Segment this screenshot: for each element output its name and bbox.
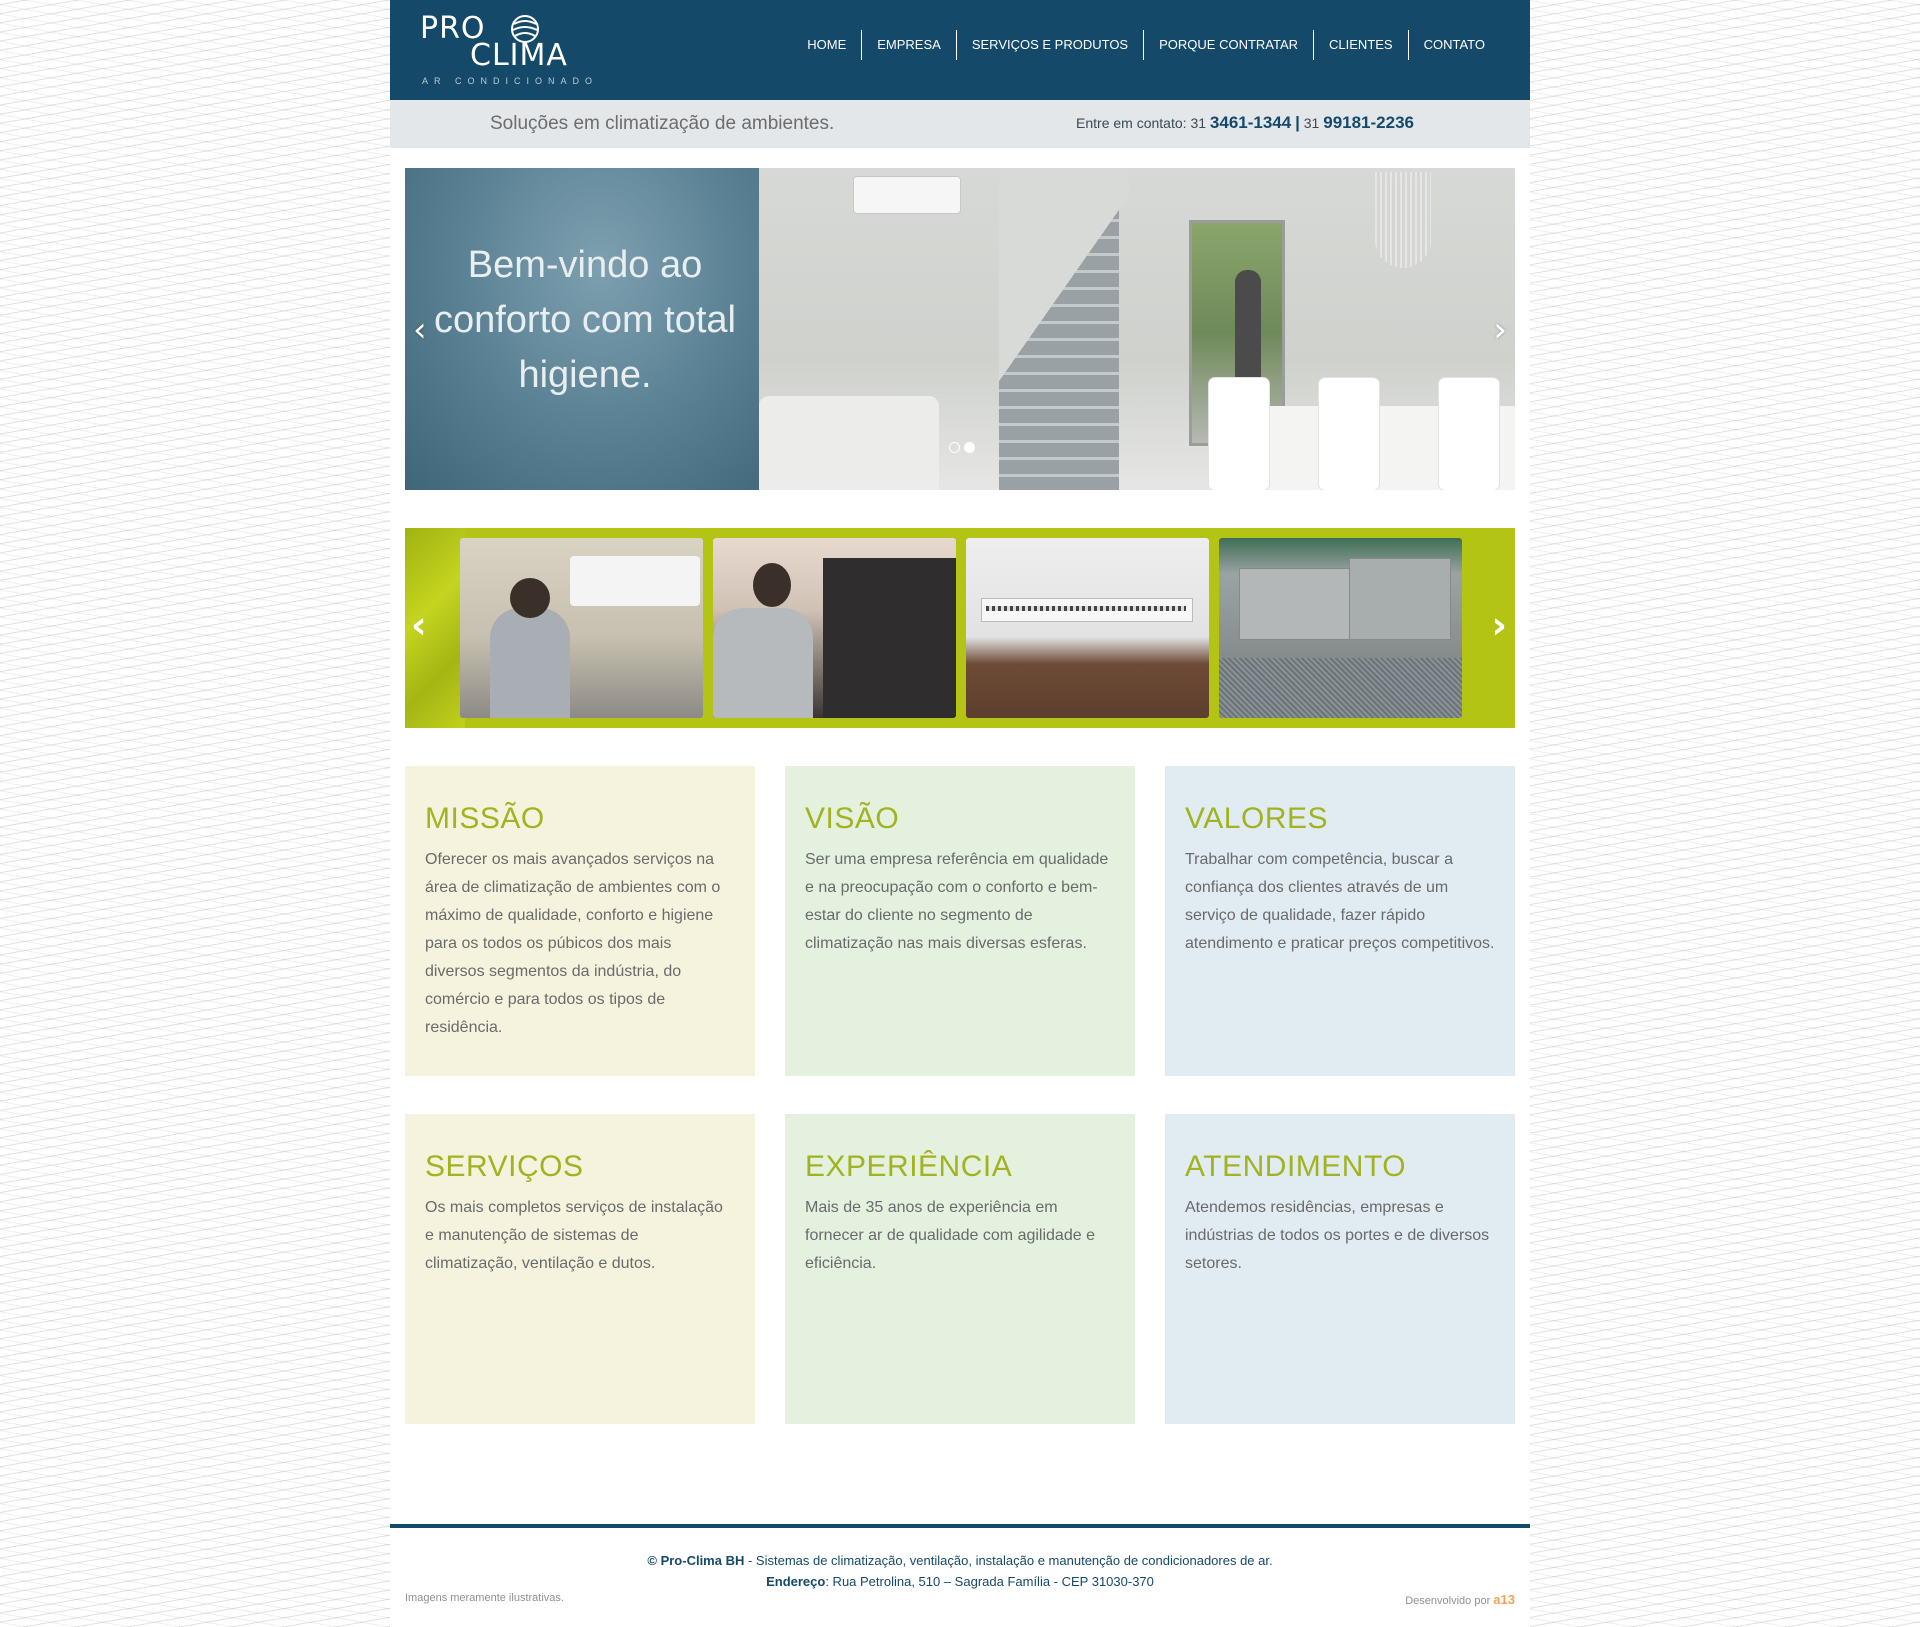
- chair-image: [1209, 378, 1269, 490]
- contact-label: Entre em contato:: [1076, 115, 1187, 131]
- card-experiencia: EXPERIÊNCIA Mais de 35 anos de experiênc…: [785, 1114, 1135, 1424]
- technician-shape: [713, 608, 813, 718]
- phone2-number[interactable]: 99181-2236: [1323, 113, 1414, 132]
- ac-unit-shape: [570, 556, 700, 606]
- photo-gallery: ‹ ›: [405, 528, 1515, 728]
- footer-brand: © Pro-Clima BH: [647, 1553, 745, 1568]
- condenser-unit-shape: [1349, 558, 1451, 640]
- card-valores: VALORES Trabalhar com competência, busca…: [1165, 766, 1515, 1076]
- slide-dot-2[interactable]: [964, 442, 975, 453]
- card-body: Oferecer os mais avançados serviços na á…: [425, 851, 721, 1036]
- nav-porque-contratar[interactable]: PORQUE CONTRATAR: [1143, 30, 1313, 60]
- nav-home[interactable]: HOME: [792, 30, 861, 60]
- card-title: ATENDIMENTO: [1185, 1150, 1407, 1183]
- phone1-ddd: 31: [1190, 115, 1207, 131]
- technician-head-shape: [753, 563, 791, 607]
- hero-text-panel: Bem-vindo ao conforto com total higiene.: [405, 168, 759, 490]
- developer-label: Desenvolvido por: [1405, 1595, 1491, 1607]
- site-header: PRO CLIMA AR CONDICIONADO HOME EMPRESA S…: [390, 0, 1530, 100]
- chevron-left-icon[interactable]: ‹: [413, 313, 427, 347]
- contact-info: Entre em contato: 31 3461-1344 | 31 9918…: [1076, 113, 1414, 133]
- gravel-ground-shape: [1219, 658, 1462, 718]
- nav-clientes[interactable]: CLIENTES: [1313, 30, 1408, 60]
- footer-description: - Sistemas de climatização, ventilação, …: [744, 1553, 1273, 1568]
- card-servicos: SERVIÇOS Os mais completos serviços de i…: [405, 1114, 755, 1424]
- hero-image: [759, 168, 1515, 490]
- card-body: Ser uma empresa referência em qualidade …: [805, 851, 1109, 952]
- info-bar: Soluções em climatização de ambientes. E…: [390, 100, 1530, 148]
- footer-developer: Desenvolvido por a13: [1405, 1592, 1515, 1607]
- footer-divider: [390, 1524, 1530, 1528]
- footer-info: © Pro-Clima BH - Sistemas de climatizaçã…: [390, 1550, 1530, 1592]
- gallery-photo-4[interactable]: [1219, 538, 1462, 718]
- card-visao: VISÃO Ser uma empresa referência em qual…: [785, 766, 1135, 1076]
- card-missao: MISSÃO Oferecer os mais avançados serviç…: [405, 766, 755, 1076]
- chevron-right-icon[interactable]: ›: [1493, 313, 1507, 347]
- air-conditioner-image: [853, 176, 961, 214]
- globe-icon: [511, 15, 539, 43]
- condenser-unit-shape: [1239, 568, 1351, 640]
- logo[interactable]: PRO CLIMA AR CONDICIONADO: [420, 14, 592, 87]
- footer-address-label: Endereço: [766, 1574, 826, 1589]
- logo-tagline: AR CONDICIONADO: [422, 76, 599, 86]
- phone1-number[interactable]: 3461-1344: [1210, 113, 1291, 132]
- card-title: EXPERIÊNCIA: [805, 1150, 1013, 1183]
- nav-servicos-produtos[interactable]: SERVIÇOS E PRODUTOS: [955, 30, 1143, 60]
- chair-image: [1439, 378, 1499, 490]
- chevron-left-icon[interactable]: ‹: [411, 606, 427, 644]
- nav-empresa[interactable]: EMPRESA: [861, 30, 956, 60]
- card-title: MISSÃO: [425, 802, 545, 835]
- hero-slider: Bem-vindo ao conforto com total higiene.…: [405, 168, 1515, 490]
- developer-logo[interactable]: a13: [1493, 1592, 1515, 1607]
- card-body: Mais de 35 anos de experiência em fornec…: [805, 1199, 1095, 1272]
- footer-disclaimer: Imagens meramente ilustrativas.: [405, 1592, 564, 1604]
- wall-panel-shape: [823, 558, 956, 718]
- chevron-right-icon[interactable]: ›: [1491, 606, 1507, 644]
- footer-copyright: © Pro-Clima BH - Sistemas de climatizaçã…: [390, 1550, 1530, 1571]
- slider-dots: [949, 442, 975, 453]
- card-title: SERVIÇOS: [425, 1150, 584, 1183]
- card-title: VISÃO: [805, 802, 900, 835]
- vent-grille-shape: [986, 606, 1186, 611]
- nav-contato[interactable]: CONTATO: [1407, 30, 1500, 60]
- card-body: Atendemos residências, empresas e indúst…: [1185, 1199, 1490, 1272]
- footer-address-text: : Rua Petrolina, 510 – Sagrada Família -…: [825, 1574, 1154, 1589]
- gallery-photo-1[interactable]: [460, 538, 703, 718]
- card-body: Trabalhar com competência, buscar a conf…: [1185, 851, 1495, 952]
- card-title: VALORES: [1185, 802, 1328, 835]
- main-nav: HOME EMPRESA SERVIÇOS E PRODUTOS PORQUE …: [792, 30, 1500, 60]
- staircase-shadow: [999, 168, 1129, 490]
- page-container: PRO CLIMA AR CONDICIONADO HOME EMPRESA S…: [390, 0, 1530, 1627]
- chandelier-image: [1375, 172, 1431, 268]
- slide-dot-1[interactable]: [949, 442, 960, 453]
- person-image: [1235, 270, 1261, 382]
- card-body: Os mais completos serviços de instalação…: [425, 1199, 723, 1272]
- card-atendimento: ATENDIMENTO Atendemos residências, empre…: [1165, 1114, 1515, 1424]
- phone2-ddd: 31: [1303, 115, 1320, 131]
- site-tagline: Soluções em climatização de ambientes.: [490, 113, 835, 134]
- gallery-photo-2[interactable]: [713, 538, 956, 718]
- phone-separator: |: [1295, 113, 1300, 132]
- logo-text-clima: CLIMA: [470, 38, 568, 73]
- hero-headline: Bem-vindo ao conforto com total higiene.: [433, 244, 737, 396]
- gallery-photo-3[interactable]: [966, 538, 1209, 718]
- footer-address: Endereço: Rua Petrolina, 510 – Sagrada F…: [390, 1571, 1530, 1592]
- chair-image: [1319, 378, 1379, 490]
- technician-head-shape: [510, 578, 550, 618]
- sofa-image: [759, 396, 939, 490]
- technician-shape: [490, 608, 570, 718]
